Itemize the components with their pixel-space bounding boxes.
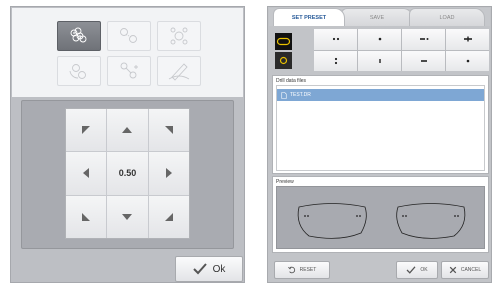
tab-save[interactable]: SAVE [341,8,413,26]
tab-load-label: LOAD [439,14,455,21]
pen-draw-tool-button[interactable] [157,56,201,86]
point-offset-icon [120,28,137,43]
drill-hole [356,215,358,217]
drill-hole [307,215,309,217]
drill-preset-area [272,29,489,71]
drill-files-panel: Drill data files TEST.DR [272,75,489,174]
step-value: 0.50 [118,168,137,179]
dash-icon [420,59,427,62]
move-left-button[interactable] [66,152,107,195]
round-hole-icon [279,56,288,65]
drill-pattern-grid [314,29,489,71]
rotate-point-icon [69,64,86,79]
reset-button[interactable]: RESET [274,261,330,279]
point-cluster-tool-button[interactable] [157,21,201,51]
round-hole-button[interactable] [275,52,292,69]
move-up-right-button[interactable] [148,109,189,152]
multi-point-tool-button[interactable] [57,21,101,51]
file-icon [281,91,287,99]
small-slot-icon [378,58,381,63]
drill-hole [402,215,404,217]
point-offset-tool-button[interactable] [107,21,151,51]
pattern-single-dot[interactable] [358,29,401,50]
direction-pad: 0.50 [65,108,190,239]
point-transform-icon [120,62,138,79]
move-down-left-button[interactable] [66,195,107,238]
pattern-vertical-dots[interactable] [314,50,357,71]
drill-hole [454,215,456,217]
preview-panel: Preview [272,176,489,253]
move-right-button[interactable] [148,152,189,195]
ok-button[interactable]: Ok [175,256,243,282]
arrow-left-icon [83,168,90,179]
cancel-label: CANCEL [460,267,482,273]
left-panel: 0.50 Ok [10,6,245,283]
pattern-dash[interactable] [402,50,445,71]
preset-ok-button[interactable]: OK [396,261,438,279]
reset-label: RESET [299,267,317,273]
move-down-button[interactable] [107,195,148,238]
vertical-dots-icon [334,57,337,64]
pattern-slot-dot[interactable] [402,29,445,50]
tab-bar: SET PRESET SAVE LOAD [269,8,490,26]
drill-file-list[interactable]: TEST.DR [276,85,485,171]
slot-shape-button[interactable] [275,33,292,50]
reset-icon [287,266,295,274]
move-up-button[interactable] [107,109,148,152]
rotate-point-tool-button[interactable] [57,56,101,86]
arrow-up-right-icon [164,126,173,135]
tab-load[interactable]: LOAD [409,8,485,26]
direction-pad-frame: 0.50 [21,100,234,249]
arrow-right-icon [165,168,172,179]
tool-area [12,8,243,97]
move-down-right-button[interactable] [148,195,189,238]
point-cluster-icon [170,27,188,45]
arrow-down-icon [122,213,133,220]
close-icon [449,266,457,274]
multi-point-icon [70,27,87,43]
preset-ok-label: OK [420,267,428,273]
cancel-button[interactable]: CANCEL [441,261,489,279]
point-transform-tool-button[interactable] [107,56,151,86]
slot-bar-icon [463,36,472,42]
pen-draw-icon [168,63,190,81]
pattern-double-dot[interactable] [314,29,357,50]
slot-shape-icon [276,37,291,46]
single-dot-icon [378,37,381,41]
slot-dot-icon [419,38,428,41]
arrow-down-left-icon [82,212,91,221]
drill-hole [457,215,459,217]
lens-preview [276,186,485,249]
arrow-down-right-icon [164,212,173,221]
file-name: TEST.DR [290,92,311,98]
pattern-single-dot-2[interactable] [446,50,489,71]
right-panel: SET PRESET SAVE LOAD Drill data files TE… [267,6,492,283]
checkmark-icon [406,266,416,274]
move-up-left-button[interactable] [66,109,107,152]
arrow-up-icon [122,127,133,134]
pattern-small-slot[interactable] [358,50,401,71]
drill-hole [405,215,407,217]
step-value-button[interactable]: 0.50 [107,152,148,195]
tab-save-label: SAVE [369,14,385,21]
lens-preview-drawing [297,203,466,239]
tab-set-preset-label: SET PRESET [291,14,327,21]
tab-set-preset[interactable]: SET PRESET [273,8,345,26]
drill-hole [359,215,361,217]
single-dot-icon [466,59,469,63]
file-list-item[interactable]: TEST.DR [277,89,484,101]
checkmark-icon [192,263,207,275]
left-lens-outline [297,203,367,239]
drill-hole [304,215,306,217]
double-dot-icon [332,38,339,41]
pattern-slot-bar[interactable] [446,29,489,50]
arrow-up-left-icon [82,126,91,135]
right-lens-outline [396,203,466,239]
ok-button-label: Ok [212,263,226,275]
